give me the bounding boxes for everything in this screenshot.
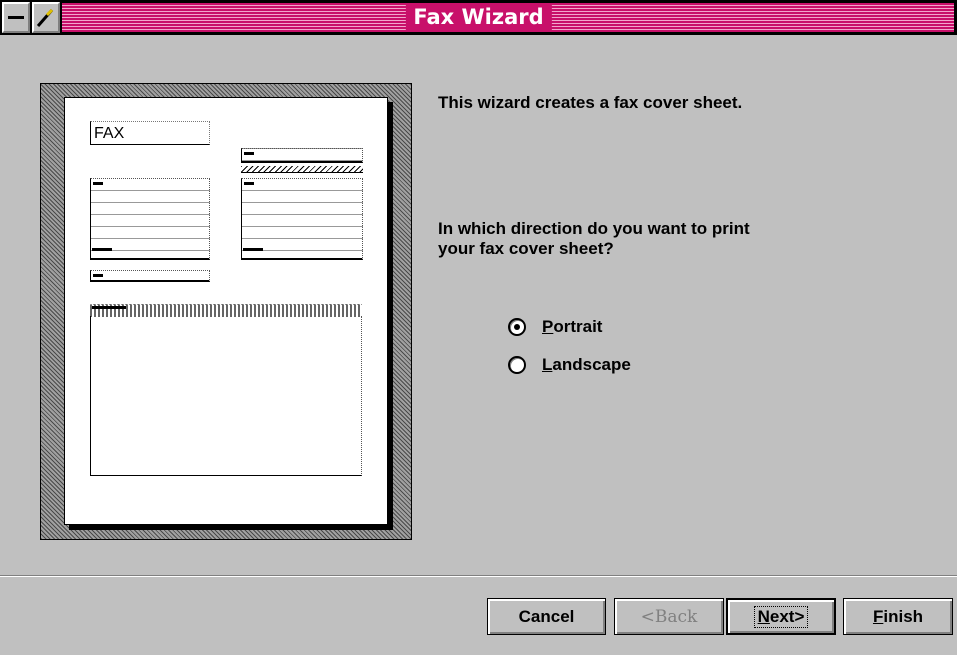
preview-message-box xyxy=(90,316,362,476)
preview-subject-line xyxy=(90,270,210,282)
landscape-label[interactable]: Landscape xyxy=(542,355,631,375)
landscape-option[interactable]: Landscape xyxy=(508,354,631,376)
landscape-radio[interactable] xyxy=(508,356,526,374)
cover-sheet-preview: FAX xyxy=(64,97,388,525)
back-button-label: <Back xyxy=(640,606,698,627)
finish-button[interactable]: Finish xyxy=(843,598,953,635)
wizard-icon-button[interactable] xyxy=(32,2,60,33)
preview-header-right xyxy=(241,148,363,163)
finish-button-label: Finish xyxy=(872,606,924,626)
button-separator xyxy=(0,575,957,577)
wizard-wand-icon xyxy=(36,8,54,27)
window-title: Fax Wizard xyxy=(405,3,552,32)
portrait-label[interactable]: Portrait xyxy=(542,317,602,337)
portrait-option[interactable]: Portrait xyxy=(508,316,602,338)
fax-wizard-window: Fax Wizard FAX This wizard creates a fax… xyxy=(0,0,957,655)
preview-fax-label: FAX xyxy=(90,121,210,145)
radio-selected-dot xyxy=(514,324,520,330)
cancel-button[interactable]: Cancel xyxy=(487,598,606,635)
system-menu-icon xyxy=(8,16,24,19)
system-menu-button[interactable] xyxy=(2,2,30,33)
portrait-radio[interactable] xyxy=(508,318,526,336)
preview-to-bar xyxy=(92,248,112,251)
question-line-2: your fax cover sheet? xyxy=(438,239,614,258)
orientation-question: In which direction do you want to print … xyxy=(438,219,898,259)
preview-wave-line xyxy=(241,166,363,173)
question-line-1: In which direction do you want to print xyxy=(438,219,750,238)
cover-sheet-preview-frame: FAX xyxy=(40,83,412,540)
intro-text: This wizard creates a fax cover sheet. xyxy=(438,93,743,112)
next-button-label: Next> xyxy=(753,605,809,628)
back-button[interactable]: <Back xyxy=(614,598,724,635)
preview-message-bar xyxy=(92,306,126,309)
cancel-button-label: Cancel xyxy=(518,606,575,626)
preview-from-bar xyxy=(243,248,263,251)
next-button[interactable]: Next> xyxy=(726,598,836,635)
title-bar: Fax Wizard xyxy=(0,0,957,35)
